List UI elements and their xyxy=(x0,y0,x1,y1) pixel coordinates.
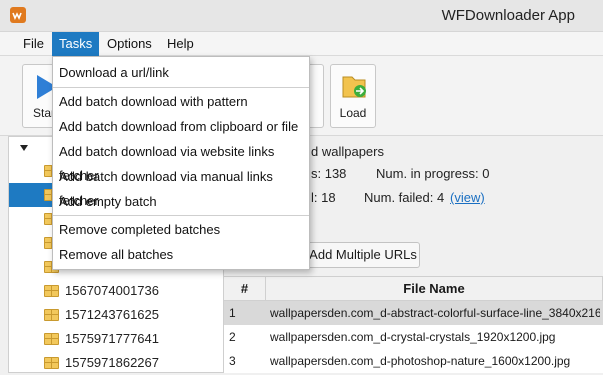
menu-separator xyxy=(53,215,309,216)
column-header-file-name[interactable]: File Name xyxy=(266,277,603,301)
folder-icon xyxy=(44,357,59,369)
tree-item-label: 1571243761625 xyxy=(65,307,159,322)
folder-icon xyxy=(44,309,59,321)
row-file-name: wallpapersden.com_d-abstract-colorful-su… xyxy=(270,306,600,320)
table-row[interactable]: 3 wallpapersden.com_d-photoshop-nature_1… xyxy=(224,349,603,373)
row-file-name: wallpapersden.com_d-photoshop-nature_160… xyxy=(270,354,571,368)
tree-item-label: 1575971777641 xyxy=(65,331,159,346)
load-button[interactable]: Load xyxy=(330,64,376,128)
view-failed-link[interactable]: (view) xyxy=(450,190,485,205)
row-number: 1 xyxy=(229,306,236,320)
menu-tasks[interactable]: Tasks xyxy=(52,32,100,56)
tasks-menu-dropdown: Download a url/link Add batch download w… xyxy=(52,56,310,270)
menu-item-batch-website-fetcher[interactable]: Add batch download via website links fet… xyxy=(53,140,309,183)
menu-item-remove-completed[interactable]: Remove completed batches xyxy=(53,218,309,242)
table-row[interactable]: 1 wallpapersden.com_d-abstract-colorful-… xyxy=(224,301,603,325)
collapse-arrow-icon[interactable] xyxy=(20,145,28,151)
total-count: s: 138 xyxy=(311,166,347,181)
completed-count: l: 18 xyxy=(311,190,336,205)
menu-item-batch-pattern[interactable]: Add batch download with pattern xyxy=(53,90,309,114)
folder-load-icon xyxy=(342,76,366,98)
app-logo-icon xyxy=(9,6,27,24)
window-title: WFDownloader App xyxy=(441,7,575,24)
tree-item-label: 1575971862267 xyxy=(65,355,159,370)
files-table: # File Name 1 wallpapersden.com_d-abstra… xyxy=(224,276,603,373)
table-row[interactable]: 2 wallpapersden.com_d-crystal-crystals_1… xyxy=(224,325,603,349)
menu-item-remove-all[interactable]: Remove all batches xyxy=(53,243,309,267)
menu-item-batch-manual-fetcher[interactable]: Add batch download via manual links fetc… xyxy=(53,165,309,208)
menu-item-download-url[interactable]: Download a url/link xyxy=(53,61,309,85)
menu-item-batch-clipboard[interactable]: Add batch download from clipboard or fil… xyxy=(53,115,309,139)
menu-bar: File Tasks Options Help xyxy=(0,32,603,56)
tree-item[interactable]: 1575971777641 xyxy=(9,327,223,351)
tree-item[interactable]: 1575971862267 xyxy=(9,351,223,375)
batch-name: d wallpapers xyxy=(311,144,384,159)
tree-item[interactable]: 1567074001736 xyxy=(9,279,223,303)
folder-icon xyxy=(44,333,59,345)
row-number: 2 xyxy=(229,330,236,344)
menu-item-empty-batch[interactable]: Add empty batch xyxy=(53,190,309,214)
row-number: 3 xyxy=(229,354,236,368)
add-multiple-urls-button[interactable]: Add Multiple URLs xyxy=(306,242,420,268)
menu-options[interactable]: Options xyxy=(100,32,159,56)
menu-help[interactable]: Help xyxy=(160,32,201,56)
load-label: Load xyxy=(339,106,367,120)
in-progress-count: Num. in progress: 0 xyxy=(376,166,490,181)
failed-count: Num. failed: 4 xyxy=(364,190,445,205)
column-header-number[interactable]: # xyxy=(224,277,266,301)
row-file-name: wallpapersden.com_d-crystal-crystals_192… xyxy=(270,330,556,344)
tree-item[interactable]: 1571243761625 xyxy=(9,303,223,327)
menu-file[interactable]: File xyxy=(16,32,51,56)
tree-item-label: 1567074001736 xyxy=(65,283,159,298)
folder-icon xyxy=(44,285,59,297)
menu-separator xyxy=(53,87,309,88)
title-bar: WFDownloader App xyxy=(0,0,603,32)
